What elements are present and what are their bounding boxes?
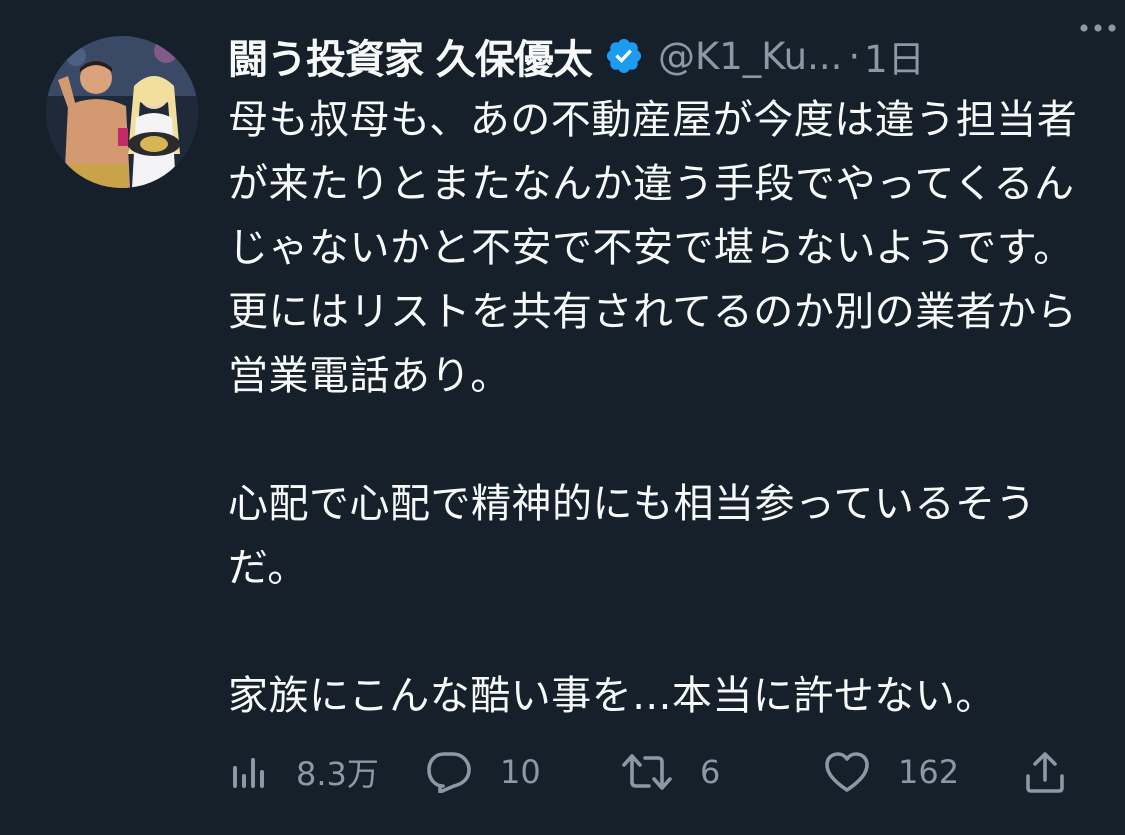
like-count: 162 <box>898 753 960 791</box>
reply-button[interactable]: 10 <box>426 742 541 802</box>
action-bar: 8.3万 10 6 162 <box>228 742 1078 802</box>
tweet-blank-line: ​ <box>228 408 1078 472</box>
views-count: 8.3万 <box>296 755 379 793</box>
more-options-icon[interactable] <box>1075 8 1121 48</box>
retweet-count: 6 <box>700 753 721 791</box>
tweet-paragraph: 母も叔母も、あの不動産屋が今度は違う担当者が来たりとまたなんか違う手段でやってく… <box>228 97 1078 399</box>
tweet-paragraph: 家族にこんな酷い事を...本当に許せない。 <box>228 673 996 719</box>
reply-count: 10 <box>500 753 541 791</box>
retweet-button[interactable]: 6 <box>622 742 720 802</box>
handle[interactable]: @K1_Ku... <box>658 35 842 78</box>
share-icon <box>1026 752 1064 793</box>
views-icon <box>233 758 264 788</box>
avatar[interactable] <box>46 36 198 188</box>
avatar-photo <box>46 36 198 188</box>
tweet-paragraph: 心配で心配で精神的にも相当参っているそうだ。 <box>228 481 1036 591</box>
display-name[interactable]: 闘う投資家 久保優太 <box>228 27 593 85</box>
tweet-text: 母も叔母も、あの不動産屋が今度は違う担当者が来たりとまたなんか違う手段でやってく… <box>228 88 1078 728</box>
views-button[interactable]: 8.3万 <box>228 742 379 802</box>
like-button[interactable]: 162 <box>824 742 959 802</box>
reply-icon <box>427 752 471 793</box>
separator-dot: · <box>848 34 861 78</box>
tweet[interactable]: 闘う投資家 久保優太 @K1_Ku... · 1日 母も叔母も、あの不動産屋が今… <box>0 0 1125 835</box>
tweet-header: 闘う投資家 久保優太 @K1_Ku... · 1日 <box>228 28 1078 84</box>
heart-icon <box>825 752 869 792</box>
retweet-icon <box>622 754 672 790</box>
share-button[interactable] <box>1024 742 1066 802</box>
tweet-blank-line: ​ <box>228 600 1078 664</box>
verified-badge-icon <box>604 36 644 76</box>
timestamp[interactable]: 1日 <box>864 29 925 83</box>
